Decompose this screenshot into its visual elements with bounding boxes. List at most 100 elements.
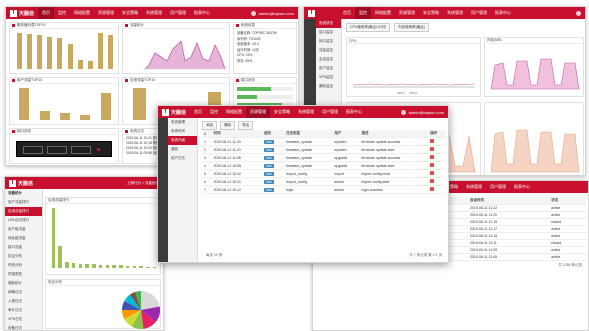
column-header[interactable]: 时间 [211, 130, 263, 138]
side-menu-item[interactable]: 设备日志 [5, 324, 42, 330]
side-menu-item[interactable]: URL访问排行 [5, 216, 42, 225]
side-menu-item[interactable]: VPN日志 [5, 315, 42, 324]
nav-item[interactable]: 安全策略 [419, 7, 443, 19]
panel-title: 服务器负载TOP10 [17, 23, 46, 27]
table-row[interactable]: 1 2019-06-11 11:23 info firmware_update sysa… [202, 137, 446, 146]
table-cell: info [262, 161, 285, 170]
side-menu-item[interactable]: 威胁统计 [5, 279, 42, 288]
column-header[interactable]: 级别 [262, 130, 285, 138]
nav-item[interactable]: 首页 [38, 7, 55, 19]
table-row[interactable]: 5 2019-06-11 10:42 info import_config import… [202, 169, 446, 178]
nav-item[interactable]: 监控 [355, 7, 371, 19]
nav-item[interactable]: 安全策略 [118, 7, 142, 19]
table-row[interactable]: 3 2019-06-11 11:08 info firmware_update upgr… [202, 153, 446, 162]
user-menu[interactable] [576, 10, 585, 16]
brand-name: 天融信 [19, 10, 35, 17]
side-menu-item[interactable]: 用户监控 [316, 64, 341, 73]
side-menu-item[interactable]: 系统管理 [168, 118, 197, 127]
nav-item[interactable]: 用户管理 [467, 7, 491, 19]
nav-item[interactable]: 资源管理 [246, 106, 271, 118]
delete-icon[interactable] [430, 171, 435, 175]
column-header[interactable]: 描述 [359, 130, 429, 138]
panel-marker-icon [12, 79, 15, 82]
table-cell: import config done [359, 169, 429, 178]
side-menu-item[interactable]: 终端类型 [5, 270, 42, 279]
nav-item[interactable]: 用户管理 [486, 181, 510, 193]
table-row[interactable]: 2 2019-06-11 11:20 info firmware_update sysa… [202, 145, 446, 154]
side-menu-item[interactable]: 系统升级 [168, 136, 197, 145]
delete-icon[interactable] [430, 147, 435, 151]
user-menu[interactable]: admin@topsec.com [400, 109, 448, 115]
column-header[interactable]: 日志类型 [284, 130, 333, 138]
delete-button[interactable]: 删除 [220, 121, 236, 130]
side-menu-item[interactable]: 入侵日志 [5, 297, 42, 306]
column-header[interactable]: 操作 [428, 130, 446, 138]
column-header[interactable]: 用户 [332, 130, 360, 138]
column-header[interactable]: 会话时间 [467, 197, 550, 205]
nav-item[interactable]: 用户管理 [166, 7, 190, 19]
nav-item[interactable]: 资源管理 [395, 7, 419, 19]
page-size[interactable]: 每页 20 条 [206, 253, 222, 258]
delete-icon[interactable] [430, 179, 435, 183]
user-menu[interactable]: admin@topsec.com [250, 10, 298, 16]
side-menu-item[interactable]: 地址组流量 [5, 234, 42, 243]
table-row[interactable]: 6 2019-06-11 10:31 info import_config admin i… [202, 177, 446, 186]
table-cell [428, 145, 446, 154]
nav-item[interactable]: 系统管理 [462, 181, 486, 193]
side-menu-item[interactable]: 会话监控 [316, 55, 341, 64]
nav-item[interactable]: 报表中心 [510, 181, 534, 193]
add-button[interactable]: 添加 [202, 121, 217, 130]
nav-item[interactable]: 报表中心 [190, 7, 214, 19]
delete-icon[interactable] [430, 139, 435, 143]
nav-item[interactable]: 系统管理 [294, 106, 318, 118]
chart-bar [67, 44, 73, 69]
nav-item[interactable]: 系统管理 [443, 7, 467, 19]
column-header[interactable]: 状态 [549, 197, 586, 205]
port-status-panel: 网口状态 [9, 128, 119, 164]
nav-item[interactable]: 安全策略 [270, 106, 294, 118]
nav-item[interactable]: 用户管理 [318, 106, 342, 118]
tab-cpu[interactable]: CPU使用率(最近1小时) [346, 23, 391, 32]
side-menu-item[interactable]: 接口流量 [5, 243, 42, 252]
side-menu-item[interactable]: 用户日志 [168, 154, 197, 163]
side-menu-item[interactable]: 应用流量排行 [5, 207, 42, 216]
side-menu-item[interactable]: 用户流量排行 [5, 198, 42, 207]
side-menu-item[interactable]: VPN监控 [316, 73, 341, 82]
side-menu-item[interactable]: 病毒日志 [5, 288, 42, 297]
delete-icon[interactable] [430, 163, 435, 167]
table-row[interactable]: 4 2019-06-11 10:55 info firmware_update upgr… [202, 161, 446, 170]
nav-item[interactable]: 首页 [190, 106, 206, 118]
legend-item: CPU1 [397, 91, 406, 95]
export-button[interactable]: 导出 [238, 121, 254, 130]
side-menu-item[interactable]: 时段分析 [5, 261, 42, 270]
side-menu-item[interactable]: 网口监控 [316, 37, 341, 46]
side-menu-item[interactable]: 协议分布 [5, 252, 42, 261]
table-cell: 2019-06-11 11:22 [467, 204, 550, 212]
nav-item[interactable]: 系统管理 [142, 7, 166, 19]
pagination[interactable]: 每页 20 条 共 7 条记录 第 1/1 页 [202, 251, 446, 260]
side-menu-item[interactable]: 系统状态 [316, 19, 341, 28]
side-menu-item[interactable]: 通信 [168, 145, 197, 154]
tab-memory[interactable]: 内存使用率(最近) [394, 23, 430, 32]
nav-item[interactable]: 网络配置 [371, 7, 395, 19]
nav-item[interactable]: 网络配置 [70, 7, 94, 19]
delete-icon[interactable] [430, 155, 435, 159]
table-cell: 2019-06-11 11:09 [467, 246, 550, 254]
nav-item[interactable]: 网络配置 [222, 106, 246, 118]
side-menu-item[interactable]: 系统时间 [168, 127, 197, 136]
side-menu-item[interactable]: 用户组流量 [5, 225, 42, 234]
nav-item[interactable]: 监控 [206, 106, 222, 118]
chart-bar [80, 114, 91, 120]
nav-item[interactable]: 报表中心 [491, 7, 515, 19]
nav-item[interactable]: 报表中心 [342, 106, 366, 118]
nav-item[interactable]: 资源管理 [94, 7, 118, 19]
nav-item[interactable]: 监控 [54, 7, 70, 19]
nav-item[interactable]: 首页 [339, 7, 355, 19]
table-row[interactable]: 7 2019-06-11 10:12 info login admin login suc… [202, 185, 446, 194]
side-menu-item[interactable]: 威胁监控 [316, 82, 341, 91]
delete-icon[interactable] [430, 187, 435, 191]
column-header[interactable]: # [202, 130, 212, 138]
side-menu-item[interactable]: 审计日志 [5, 306, 42, 315]
side-menu-item[interactable]: 流量监控 [316, 46, 341, 55]
side-menu-item[interactable]: 接口监控 [316, 28, 341, 37]
